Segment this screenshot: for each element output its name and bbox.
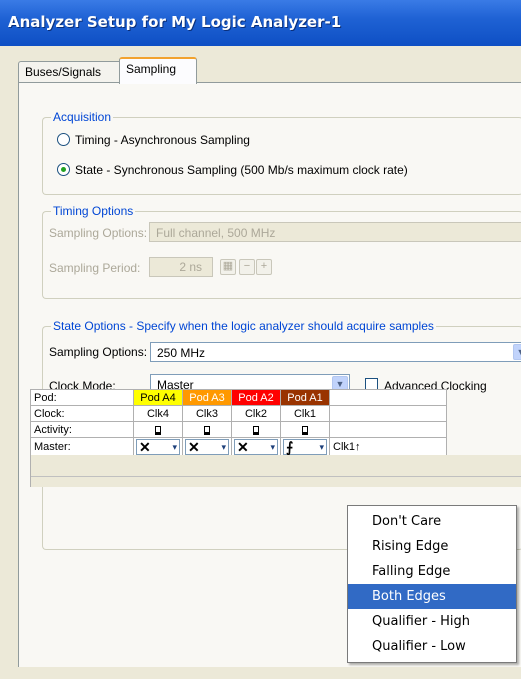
increment-button: + <box>256 259 272 275</box>
pod-a1-header[interactable]: Pod A1 <box>280 389 330 406</box>
activity-row-label: Activity: <box>30 421 134 438</box>
menu-item-qualifier-low[interactable]: Qualifier - Low <box>348 634 516 659</box>
title-bar[interactable]: Analyzer Setup for My Logic Analyzer-1 <box>0 0 521 46</box>
state-sampling-options-value: 250 MHz <box>157 346 206 360</box>
acquisition-title: Acquisition <box>51 110 114 124</box>
master-cell-a4[interactable]: ✕ ▾ <box>133 437 183 457</box>
double-chevron-down-icon[interactable]: ▾ <box>270 442 275 453</box>
double-chevron-down-icon[interactable]: ▾ <box>319 442 324 453</box>
activity-icon <box>204 425 210 435</box>
menu-item-both-edges[interactable]: Both Edges <box>348 584 516 609</box>
clock-row-label: Clock: <box>30 405 134 422</box>
clock-row: Clock: Clk4 Clk3 Clk2 Clk1 <box>30 405 447 422</box>
sampling-period-field: 2 ns <box>149 257 213 277</box>
radio-icon[interactable] <box>57 133 70 146</box>
menu-item-qualifier-high[interactable]: Qualifier - High <box>348 609 516 634</box>
calculator-icon: ▦ <box>220 259 236 275</box>
master-cell-a3[interactable]: ✕ ▾ <box>182 437 232 457</box>
activity-cell-a1 <box>280 421 330 438</box>
activity-cell-a2 <box>231 421 281 438</box>
state-sampling-options-label: Sampling Options: <box>49 345 148 359</box>
clock-row-extra <box>329 405 447 422</box>
master-row: Master: ✕ ▾ ✕ ▾ ✕ ▾ ⨍ ▾ Clk1↑ <box>30 437 447 457</box>
master-dropdown-a2[interactable]: ✕ ▾ <box>234 439 278 455</box>
rising-edge-icon: ⨍ <box>286 439 294 455</box>
window-title: Analyzer Setup for My Logic Analyzer-1 <box>8 13 342 31</box>
activity-icon <box>302 425 308 435</box>
pod-row-label: Pod: <box>30 389 134 406</box>
activity-row-extra <box>329 421 447 438</box>
bottom-bar <box>18 667 521 679</box>
timing-radio-label: Timing - Asynchronous Sampling <box>75 133 250 147</box>
state-radio-label: State - Synchronous Sampling (500 Mb/s m… <box>75 163 408 177</box>
clock-cell-a2: Clk2 <box>231 405 281 422</box>
activity-icon <box>155 425 161 435</box>
edge-dropdown-menu: Don't Care Rising Edge Falling Edge Both… <box>347 505 517 663</box>
chevron-down-icon[interactable]: ▼ <box>513 344 521 360</box>
master-cell-a1[interactable]: ⨍ ▾ <box>280 437 330 457</box>
state-radio-row[interactable]: State - Synchronous Sampling (500 Mb/s m… <box>57 162 408 178</box>
clock-cell-a4: Clk4 <box>133 405 183 422</box>
timing-radio-row[interactable]: Timing - Asynchronous Sampling <box>57 132 250 148</box>
pod-a4-header[interactable]: Pod A4 <box>133 389 183 406</box>
dont-care-icon: ✕ <box>188 439 200 455</box>
master-dropdown-a3[interactable]: ✕ ▾ <box>185 439 229 455</box>
pod-a3-header[interactable]: Pod A3 <box>182 389 232 406</box>
menu-item-falling-edge[interactable]: Falling Edge <box>348 559 516 584</box>
pod-a2-header[interactable]: Pod A2 <box>231 389 281 406</box>
pod-row-extra <box>329 389 447 406</box>
master-dropdown-a1[interactable]: ⨍ ▾ <box>283 439 327 455</box>
timing-sampling-options-combo: Full channel, 500 MHz <box>149 222 521 242</box>
pod-grid-scroll-area <box>30 455 521 487</box>
clock-cell-a3: Clk3 <box>182 405 232 422</box>
master-row-label: Master: <box>30 437 134 457</box>
double-chevron-down-icon[interactable]: ▾ <box>221 442 226 453</box>
sampling-period-label: Sampling Period: <box>49 261 141 275</box>
state-options-title: State Options - Specify when the logic a… <box>51 319 436 333</box>
timing-sampling-options-label: Sampling Options: <box>49 226 148 240</box>
menu-item-rising-edge[interactable]: Rising Edge <box>348 534 516 559</box>
timing-options-group: Timing Options Sampling Options: Full ch… <box>42 204 521 299</box>
acquisition-group: Acquisition Timing - Asynchronous Sampli… <box>42 110 521 195</box>
activity-row: Activity: <box>30 421 447 438</box>
state-sampling-options-combo[interactable]: 250 MHz ▼ <box>150 342 521 362</box>
master-cell-a2[interactable]: ✕ ▾ <box>231 437 281 457</box>
menu-item-dont-care[interactable]: Don't Care <box>348 509 516 534</box>
radio-icon[interactable] <box>57 163 70 176</box>
master-dropdown-a4[interactable]: ✕ ▾ <box>136 439 180 455</box>
tab-sampling[interactable]: Sampling <box>119 57 197 84</box>
pod-grid: Pod: Pod A4 Pod A3 Pod A2 Pod A1 Clock: … <box>30 389 447 457</box>
decrement-button: − <box>239 259 255 275</box>
pod-row: Pod: Pod A4 Pod A3 Pod A2 Pod A1 <box>30 389 447 406</box>
activity-cell-a3 <box>182 421 232 438</box>
clock-cell-a1: Clk1 <box>280 405 330 422</box>
activity-cell-a4 <box>133 421 183 438</box>
double-chevron-down-icon[interactable]: ▾ <box>172 442 177 453</box>
timing-options-title: Timing Options <box>51 204 136 218</box>
analyzer-setup-window: Analyzer Setup for My Logic Analyzer-1 B… <box>0 0 521 679</box>
tab-buses-signals[interactable]: Buses/Signals <box>18 61 128 82</box>
master-summary: Clk1↑ <box>329 437 447 457</box>
dont-care-icon: ✕ <box>139 439 151 455</box>
dont-care-icon: ✕ <box>237 439 249 455</box>
activity-icon <box>253 425 259 435</box>
